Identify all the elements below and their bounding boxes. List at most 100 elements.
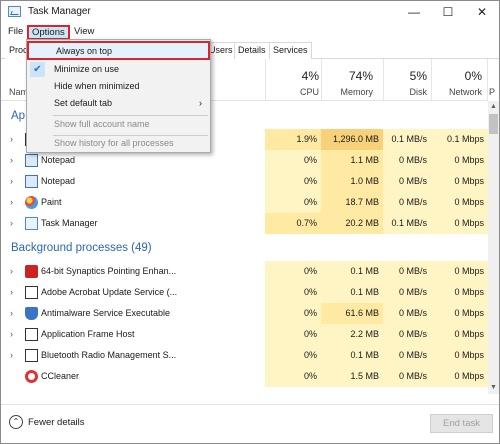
cpu-value: 0% (265, 192, 321, 213)
disk-value: 0.1 MB/s (383, 129, 431, 150)
menu-view[interactable]: View (71, 24, 97, 39)
memory-value: 1.0 MB (321, 171, 383, 192)
minimize-button[interactable]: — (397, 1, 431, 23)
disk-value: 0 MB/s (383, 303, 431, 324)
synaptics-icon (25, 265, 38, 278)
menu-item-label: Show full account name (54, 119, 150, 129)
network-total-percent[interactable]: 0% (431, 69, 482, 83)
process-row[interactable]: › Notepad 0% 1.0 MB 0 MB/s 0 Mbps (1, 171, 488, 192)
cpu-value: 0% (265, 171, 321, 192)
disk-value: 0 MB/s (383, 192, 431, 213)
menu-options[interactable]: Options (27, 25, 70, 40)
memory-total-percent[interactable]: 74% (321, 69, 373, 83)
network-value: 0.1 Mbps (431, 129, 488, 150)
service-icon (25, 349, 38, 362)
network-value: 0 Mbps (431, 192, 488, 213)
memory-value: 0.1 MB (321, 261, 383, 282)
process-name: Notepad (41, 176, 76, 186)
cpu-value: 0% (265, 261, 321, 282)
expand-chevron-icon[interactable]: › (10, 324, 13, 345)
cpu-value: 0% (265, 345, 321, 366)
column-cpu[interactable]: CPU (265, 87, 319, 97)
menu-item-always-on-top[interactable]: Always on top (27, 41, 210, 60)
expand-chevron-icon[interactable]: › (10, 261, 13, 282)
disk-value: 0 MB/s (383, 366, 431, 387)
column-network[interactable]: Network (431, 87, 482, 97)
menu-item-label: Hide when minimized (54, 81, 140, 91)
expand-chevron-icon[interactable]: › (10, 282, 13, 303)
network-value: 0 Mbps (431, 150, 488, 171)
process-name: Paint (41, 197, 62, 207)
options-dropdown-menu: Always on top ✔ Minimize on use Hide whe… (26, 39, 211, 153)
menu-item-set-default-tab[interactable]: Set default tab › (27, 95, 210, 114)
process-row[interactable]: CCleaner 0% 1.5 MB 0 MB/s 0 Mbps (1, 366, 488, 387)
vertical-scrollbar[interactable]: ▲ ▼ (488, 101, 499, 394)
close-button[interactable]: ✕ (465, 1, 499, 23)
expand-chevron-icon[interactable]: › (10, 192, 13, 213)
disk-value: 0 MB/s (383, 150, 431, 171)
network-value: 0 Mbps (431, 366, 488, 387)
disk-value: 0 MB/s (383, 171, 431, 192)
memory-value: 0.1 MB (321, 282, 383, 303)
expand-chevron-icon[interactable]: › (10, 213, 13, 234)
network-value: 0 Mbps (431, 303, 488, 324)
menu-file[interactable]: File (5, 24, 26, 39)
scroll-thumb[interactable] (489, 114, 498, 134)
disk-value: 0 MB/s (383, 261, 431, 282)
ccleaner-icon (25, 370, 38, 383)
cpu-value: 0.7% (265, 213, 321, 234)
column-disk[interactable]: Disk (383, 87, 428, 97)
fewer-details-link[interactable]: Fewer details (28, 417, 85, 428)
menu-item-show-history[interactable]: Show history for all processes (27, 135, 210, 154)
memory-value: 1,296.0 MB (321, 129, 383, 150)
task-manager-icon (25, 217, 38, 230)
process-row[interactable]: › Paint 0% 18.7 MB 0 MB/s 0 Mbps (1, 192, 488, 213)
memory-value: 18.7 MB (321, 192, 383, 213)
cpu-total-percent[interactable]: 4% (265, 69, 319, 83)
collapse-arrow-icon[interactable]: ⌃ (9, 415, 23, 429)
maximize-button[interactable]: ☐ (431, 1, 465, 23)
submenu-arrow-icon: › (199, 98, 202, 108)
expand-chevron-icon[interactable]: › (10, 303, 13, 324)
expand-chevron-icon[interactable]: › (10, 129, 13, 150)
task-manager-app-icon (8, 6, 21, 17)
process-row[interactable]: › Task Manager 0.7% 20.2 MB 0.1 MB/s 0 M… (1, 213, 488, 234)
network-value: 0 Mbps (431, 282, 488, 303)
memory-value: 20.2 MB (321, 213, 383, 234)
process-row[interactable]: › Antimalware Service Executable 0% 61.6… (1, 303, 488, 324)
menu-item-label: Minimize on use (54, 64, 120, 74)
task-manager-window: Task Manager — ☐ ✕ File Options View Pro… (0, 0, 500, 444)
disk-value: 0 MB/s (383, 324, 431, 345)
scroll-down-arrow-icon[interactable]: ▼ (488, 382, 499, 394)
footer-bar: ⌃ Fewer details End task (1, 404, 499, 443)
expand-chevron-icon[interactable]: › (10, 150, 13, 171)
process-row[interactable]: › Application Frame Host 0% 2.2 MB 0 MB/… (1, 324, 488, 345)
end-task-button[interactable]: End task (430, 414, 493, 433)
network-value: 0 Mbps (431, 324, 488, 345)
column-divider (487, 59, 488, 101)
expand-chevron-icon[interactable]: › (10, 171, 13, 192)
column-power[interactable]: P (489, 87, 499, 97)
scroll-up-arrow-icon[interactable]: ▲ (488, 101, 499, 113)
process-row[interactable]: › Bluetooth Radio Management S... 0% 0.1… (1, 345, 488, 366)
process-row[interactable]: › Adobe Acrobat Update Service (... 0% 0… (1, 282, 488, 303)
process-name: 64-bit Synaptics Pointing Enhan... (41, 266, 177, 276)
column-memory[interactable]: Memory (321, 87, 373, 97)
shield-icon (25, 307, 38, 320)
process-row[interactable]: › 64-bit Synaptics Pointing Enhan... 0% … (1, 261, 488, 282)
menu-item-show-full-account-name[interactable]: Show full account name (27, 116, 210, 135)
expand-chevron-icon[interactable]: › (10, 345, 13, 366)
memory-value: 0.1 MB (321, 345, 383, 366)
window-icon (25, 328, 38, 341)
group-background-processes[interactable]: Background processes (49) (11, 238, 152, 259)
title-bar[interactable]: Task Manager — ☐ ✕ (1, 1, 499, 23)
service-icon (25, 286, 38, 299)
tab-details[interactable]: Details (234, 42, 270, 59)
menu-bar: File Options View (1, 23, 499, 40)
cpu-value: 0% (265, 366, 321, 387)
tab-services[interactable]: Services (269, 42, 312, 59)
disk-total-percent[interactable]: 5% (383, 69, 427, 83)
network-value: 0 Mbps (431, 213, 488, 234)
group-apps[interactable]: Ap (11, 106, 25, 127)
cpu-value: 0% (265, 324, 321, 345)
